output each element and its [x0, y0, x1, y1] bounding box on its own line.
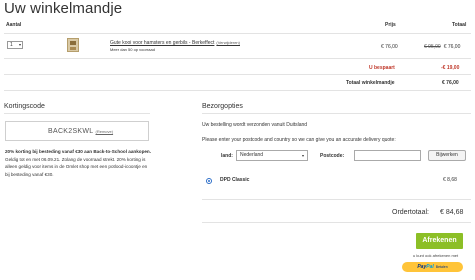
country-label: land:: [221, 153, 233, 159]
cart-total-value: € 76,00: [442, 80, 459, 86]
stock-note: Meer dan 50 op voorraad: [110, 47, 155, 52]
shipping-origin-text: Uw bestelling wordt verzonden vanuit Dui…: [202, 122, 308, 128]
alternative-payment-text: u kunt ook afrekenen met: [413, 253, 459, 258]
divider: [202, 113, 471, 114]
divider: [4, 33, 471, 34]
shipping-instructions: Please enter your postcode and country s…: [202, 137, 396, 143]
page-title: Uw winkelmandje: [4, 0, 123, 17]
order-total-value: € 84,68: [440, 209, 464, 216]
divider: [4, 74, 471, 75]
cart-table-header: Aantal Prijs Totaal: [4, 20, 471, 32]
paypal-logo-pay: Pay: [417, 264, 427, 270]
shipping-section-title: Bezorgopties: [202, 103, 243, 110]
remove-item-link[interactable]: (Verwijderen): [216, 40, 240, 45]
country-value: Nederland: [240, 152, 264, 158]
divider: [4, 58, 471, 59]
postcode-input[interactable]: [354, 150, 421, 161]
item-price: € 76,00: [381, 44, 398, 50]
column-header-total: Totaal: [452, 22, 467, 28]
chevron-down-icon: ▾: [18, 42, 21, 47]
coupon-description-highlight: 20% korting bij besteding vanaf €30 aan …: [5, 149, 152, 154]
saving-label: U bespaart: [369, 65, 395, 71]
paypal-logo-pal: Pal: [426, 264, 434, 270]
product-name-link[interactable]: Gute kooi voor hamsters en gerbils - Ber…: [110, 40, 240, 46]
order-total-label: Ordertotaal:: [392, 209, 429, 216]
postcode-label: Postcode:: [320, 153, 345, 159]
country-select[interactable]: Nederland ▾: [236, 150, 308, 161]
item-old-total: € 95,00: [424, 44, 441, 50]
shipping-option-radio[interactable]: [206, 178, 212, 184]
coupon-code: BACK2SKWL: [48, 128, 94, 135]
product-name[interactable]: Gute kooi voor hamsters en gerbils - Ber…: [110, 40, 214, 46]
quantity-value: 1: [10, 42, 13, 48]
divider: [4, 113, 150, 114]
divider: [4, 90, 471, 91]
divider: [202, 199, 471, 200]
paypal-tagline: Betalen: [435, 265, 448, 269]
column-header-price: Prijs: [385, 22, 396, 28]
column-header-quantity: Aantal: [6, 22, 22, 28]
coupon-box: BACK2SKWL (Remove): [5, 121, 149, 141]
coupon-description-terms: Geldig tot en met 06.09.21. Zolang de vo…: [5, 156, 148, 177]
divider: [202, 222, 471, 223]
update-shipping-button[interactable]: Bijwerken: [428, 150, 466, 161]
coupon-remove-link[interactable]: (Remove): [96, 129, 114, 134]
saving-value: -€ 19,00: [441, 65, 460, 71]
checkout-button[interactable]: Afrekenen: [416, 233, 463, 249]
product-thumbnail[interactable]: [67, 38, 79, 52]
item-total: € 95,00 € 76,00: [424, 44, 460, 50]
item-new-total: € 76,00: [443, 44, 461, 50]
shipping-option-price: € 8,68: [443, 177, 457, 183]
quantity-select[interactable]: 1 ▾: [7, 41, 23, 49]
chevron-down-icon: ▾: [301, 153, 304, 158]
shipping-option-label[interactable]: DPD Classic: [220, 177, 249, 183]
coupon-section-title: Kortingscode: [4, 103, 45, 110]
paypal-button[interactable]: PayPal Betalen: [402, 262, 463, 272]
coupon-description: 20% korting bij besteding vanaf €30 aan …: [5, 148, 151, 178]
cart-total-label: Totaal winkelmandje: [346, 80, 395, 86]
